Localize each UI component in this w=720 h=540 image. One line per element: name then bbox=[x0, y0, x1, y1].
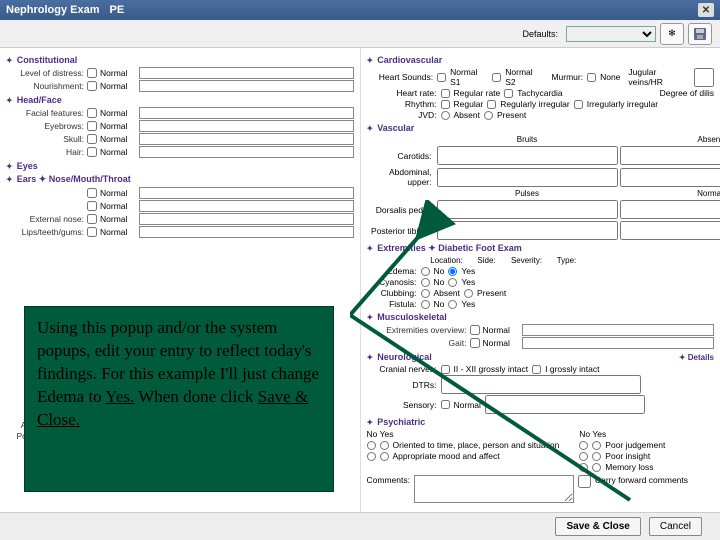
cancel-button[interactable]: Cancel bbox=[649, 517, 702, 536]
section-musculoskeletal[interactable]: Musculoskeletal bbox=[367, 312, 715, 322]
section-constitutional[interactable]: Constitutional bbox=[6, 55, 354, 65]
titlebar: Nephrology Exam PE ✕ bbox=[0, 0, 720, 20]
section-psychiatric[interactable]: Psychiatric bbox=[367, 417, 715, 427]
tab-label: PE bbox=[110, 4, 125, 16]
distress-normal-cb[interactable] bbox=[87, 68, 97, 78]
right-panel: Cardiovascular Heart Sounds:Normal S1Nor… bbox=[361, 48, 720, 518]
toolbar: Defaults: ✻ bbox=[0, 20, 720, 48]
distress-input[interactable] bbox=[139, 67, 354, 79]
comments-textarea[interactable] bbox=[414, 475, 574, 503]
section-headface[interactable]: Head/Face bbox=[6, 95, 354, 105]
refresh-icon[interactable]: ✻ bbox=[660, 23, 684, 45]
label-nourishment: Nourishment: bbox=[6, 81, 84, 91]
nourishment-normal-cb[interactable] bbox=[87, 81, 97, 91]
defaults-label: Defaults: bbox=[522, 29, 558, 39]
edema-yes[interactable] bbox=[448, 267, 457, 276]
edema-no[interactable] bbox=[421, 267, 430, 276]
footer: Save & Close Cancel bbox=[0, 512, 720, 540]
save-close-button[interactable]: Save & Close bbox=[555, 517, 640, 536]
section-extremities[interactable]: Extremities ✦ Diabetic Foot Exam bbox=[367, 243, 715, 254]
section-vascular[interactable]: Vascular bbox=[367, 123, 715, 133]
window-title: Nephrology Exam bbox=[6, 4, 100, 16]
section-neurological[interactable]: Neurological✦ Details bbox=[367, 352, 715, 362]
label-edema: Edema: bbox=[367, 266, 417, 276]
save-disk-icon[interactable] bbox=[688, 23, 712, 45]
instruction-callout: Using this popup and/or the system popup… bbox=[24, 306, 334, 492]
details-link[interactable]: ✦ Details bbox=[679, 353, 714, 362]
section-enmt[interactable]: Ears ✦ Nose/Mouth/Throat bbox=[6, 174, 354, 185]
close-icon[interactable]: ✕ bbox=[698, 3, 714, 17]
section-eyes[interactable]: Eyes bbox=[6, 161, 354, 171]
label-distress: Level of distress: bbox=[6, 68, 84, 78]
defaults-select[interactable] bbox=[566, 26, 656, 42]
nourishment-input[interactable] bbox=[139, 80, 354, 92]
section-cardiovascular[interactable]: Cardiovascular bbox=[367, 55, 715, 65]
